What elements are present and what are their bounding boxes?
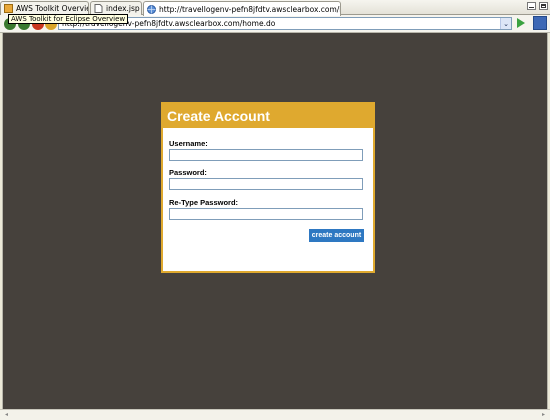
retype-password-input[interactable]: [169, 208, 363, 220]
create-account-card: Create Account Username: Password: Re-Ty…: [161, 102, 375, 273]
card-title: Create Account: [163, 104, 373, 128]
tab-aws-toolkit-overview[interactable]: AWS Toolkit Overview ⊠: [0, 1, 89, 15]
horizontal-scrollbar[interactable]: ◂ ▸: [0, 409, 550, 420]
chevron-down-icon[interactable]: ⌄: [500, 18, 511, 29]
username-label: Username:: [169, 139, 208, 148]
tooltip: AWS Toolkit for Eclipse Overview: [8, 14, 129, 24]
go-icon[interactable]: [517, 18, 525, 28]
jsp-file-icon: [94, 4, 103, 13]
tab-label: AWS Toolkit Overview: [16, 4, 89, 13]
scroll-left-icon[interactable]: ◂: [2, 411, 11, 419]
editor-tab-bar: AWS Toolkit Overview ⊠ index.jsp http://…: [0, 0, 550, 16]
aws-toolkit-icon: [4, 4, 13, 13]
retype-password-label: Re-Type Password:: [169, 198, 239, 207]
maximize-icon[interactable]: [539, 2, 548, 10]
minimize-icon[interactable]: [527, 2, 536, 10]
scroll-right-icon[interactable]: ▸: [539, 411, 548, 419]
username-input[interactable]: [169, 149, 363, 161]
globe-icon: [147, 4, 156, 14]
create-account-button[interactable]: create account: [309, 229, 364, 242]
tab-index-jsp[interactable]: index.jsp: [90, 1, 142, 15]
password-input[interactable]: [169, 178, 363, 190]
tab-browser-home[interactable]: http://travellogenv-pefn8jfdtv.awsclearb…: [143, 1, 341, 16]
tab-label: http://travellogenv-pefn8jfdtv.awsclearb…: [159, 4, 340, 14]
password-label: Password:: [169, 168, 207, 177]
aws-explorer-icon[interactable]: [533, 16, 547, 30]
tab-label: index.jsp: [106, 4, 140, 13]
